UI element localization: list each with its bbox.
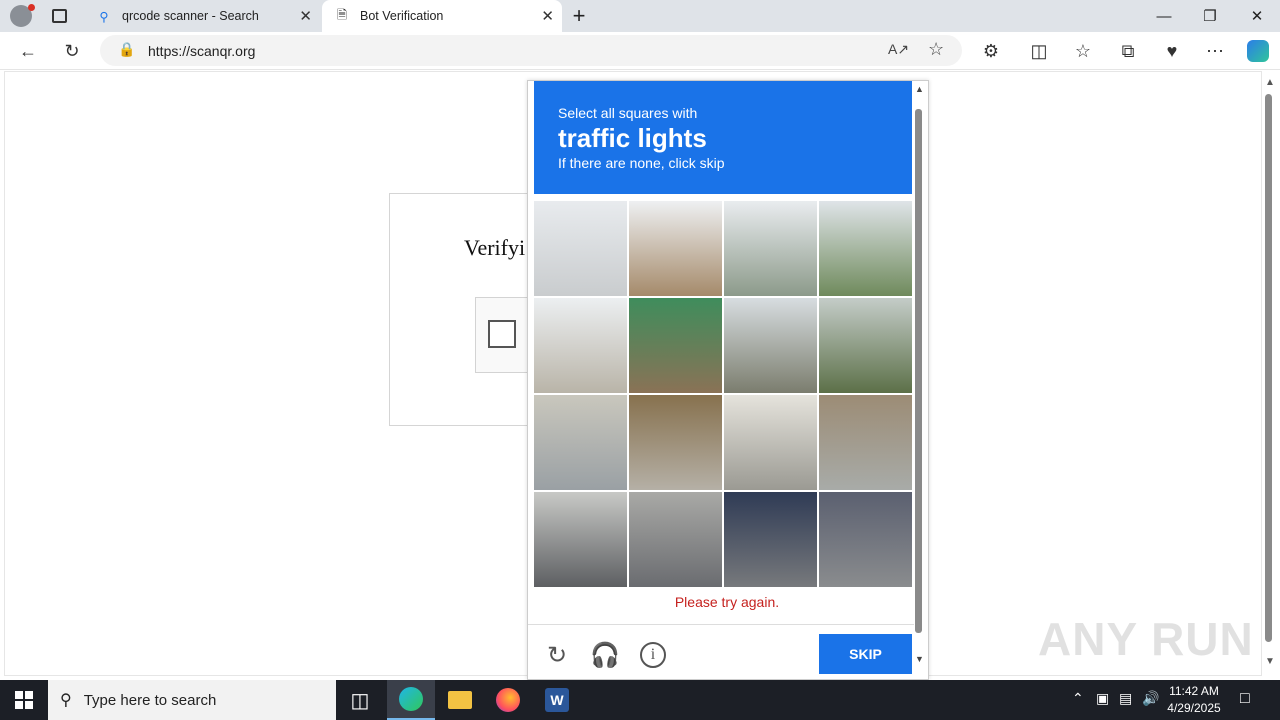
captcha-target: traffic lights	[558, 123, 707, 153]
grid-tile[interactable]	[724, 298, 817, 393]
navigation-bar: ← ↻ 🔒 https://scanqr.org A↗ ☆ ⚙ ◫ ☆ ⧉ ♥ …	[0, 32, 1280, 70]
scroll-up-icon[interactable]: ▲	[1265, 77, 1275, 88]
search-icon: ⚲	[99, 9, 109, 24]
close-window-button[interactable]: ✕	[1234, 0, 1280, 32]
reload-challenge-icon[interactable]: ↻	[542, 640, 572, 670]
grid-tile[interactable]	[629, 298, 722, 393]
task-view-icon[interactable]: ◫	[336, 680, 384, 720]
favorite-star-icon[interactable]: ☆	[928, 39, 944, 60]
firefox-icon[interactable]	[484, 680, 532, 720]
tab-title: Bot Verification	[360, 9, 444, 23]
scroll-down-icon[interactable]: ▼	[1265, 656, 1275, 667]
copilot-icon[interactable]	[1243, 36, 1273, 66]
clock-date: 4/29/2025	[1167, 701, 1221, 715]
network-icon[interactable]: ▤	[1119, 690, 1132, 707]
grid-tile[interactable]	[534, 201, 627, 296]
url-text: https://scanqr.org	[148, 43, 256, 59]
file-explorer-icon[interactable]	[436, 680, 484, 720]
start-button[interactable]	[0, 680, 48, 720]
grid-tile[interactable]	[534, 395, 627, 490]
grid-tile[interactable]	[724, 492, 817, 587]
page-scrollbar-thumb[interactable]	[1265, 94, 1272, 642]
close-tab-icon[interactable]: ✕	[299, 7, 312, 25]
grid-tile[interactable]	[629, 395, 722, 490]
captcha-divider	[528, 624, 914, 625]
scroll-up-icon[interactable]: ▲	[915, 84, 924, 94]
captcha-header: Select all squares with traffic lights I…	[534, 81, 912, 194]
taskbar-search-placeholder: Type here to search	[83, 691, 217, 709]
search-icon: ⚲	[60, 692, 72, 709]
tab-actions-icon[interactable]	[52, 9, 67, 23]
favorites-icon[interactable]: ☆	[1068, 36, 1098, 66]
show-hidden-icons[interactable]: ⌃	[1072, 690, 1084, 707]
minimize-button[interactable]: —	[1141, 0, 1187, 32]
system-clock[interactable]: 11:42 AM 4/29/2025	[1162, 683, 1226, 717]
clock-time: 11:42 AM	[1169, 684, 1219, 698]
security-tray-icon[interactable]: ▣	[1096, 690, 1109, 707]
skip-button[interactable]: SKIP	[819, 634, 912, 674]
read-aloud-icon[interactable]: A↗	[888, 41, 909, 58]
audio-challenge-icon[interactable]: 🎧	[590, 640, 620, 670]
grid-tile[interactable]	[534, 298, 627, 393]
grid-tile[interactable]	[819, 492, 912, 587]
new-tab-button[interactable]: +	[556, 0, 602, 32]
taskbar-search[interactable]: ⚲ Type here to search	[48, 680, 336, 720]
captcha-scroll-thumb[interactable]	[915, 109, 922, 633]
extensions-icon[interactable]: ⚙	[976, 36, 1006, 66]
split-screen-icon[interactable]: ◫	[1024, 36, 1054, 66]
tab-search[interactable]: ⚲ qrcode scanner - Search ✕	[84, 0, 320, 32]
tab-strip: ⚲ qrcode scanner - Search ✕ 🗎 Bot Verifi…	[0, 0, 1280, 32]
grid-tile[interactable]	[534, 492, 627, 587]
notifications-icon[interactable]: □	[1240, 690, 1250, 708]
captcha-instruction: Select all squares with	[558, 105, 698, 121]
refresh-button[interactable]: ↻	[57, 36, 87, 66]
grid-tile[interactable]	[629, 492, 722, 587]
taskbar: ⚲ Type here to search ◫ W ⌃ ▣ ▤ 🔊 11:42 …	[0, 680, 1280, 720]
scroll-down-icon[interactable]: ▼	[915, 654, 924, 664]
info-icon[interactable]: i	[638, 640, 668, 670]
page-icon: 🗎	[336, 7, 348, 22]
captcha-error-message: Please try again.	[674, 594, 780, 610]
grid-tile[interactable]	[724, 201, 817, 296]
word-icon[interactable]: W	[533, 680, 581, 720]
captcha-image-grid	[534, 201, 912, 587]
more-menu-icon[interactable]: ⋯	[1200, 36, 1230, 66]
grid-tile[interactable]	[724, 395, 817, 490]
close-tab-icon[interactable]: ✕	[541, 7, 554, 25]
windows-logo-icon	[15, 691, 33, 709]
browser-essentials-icon[interactable]: ♥	[1157, 36, 1187, 66]
captcha-hint: If there are none, click skip	[558, 155, 725, 171]
grid-tile[interactable]	[819, 298, 912, 393]
lock-icon[interactable]: 🔒	[118, 41, 135, 58]
not-a-robot-checkbox[interactable]	[488, 320, 516, 348]
back-button[interactable]: ←	[13, 36, 43, 66]
watermark-logo: ANY RUN	[1038, 613, 1254, 665]
captcha-scrollbar[interactable]: ▲ ▼	[914, 84, 924, 664]
grid-tile[interactable]	[629, 201, 722, 296]
volume-icon[interactable]: 🔊	[1142, 690, 1159, 707]
restore-button[interactable]: ❐	[1187, 0, 1233, 32]
verification-title: Verifyi	[464, 235, 526, 260]
profile-icon[interactable]	[10, 4, 35, 27]
tab-title: qrcode scanner - Search	[122, 9, 259, 23]
tab-bot-verification[interactable]: 🗎 Bot Verification ✕	[322, 0, 562, 32]
edge-app-icon[interactable]	[387, 680, 435, 720]
address-bar[interactable]: 🔒 https://scanqr.org A↗ ☆	[100, 35, 962, 66]
grid-tile[interactable]	[819, 201, 912, 296]
grid-tile[interactable]	[819, 395, 912, 490]
collections-icon[interactable]: ⧉	[1113, 36, 1143, 66]
